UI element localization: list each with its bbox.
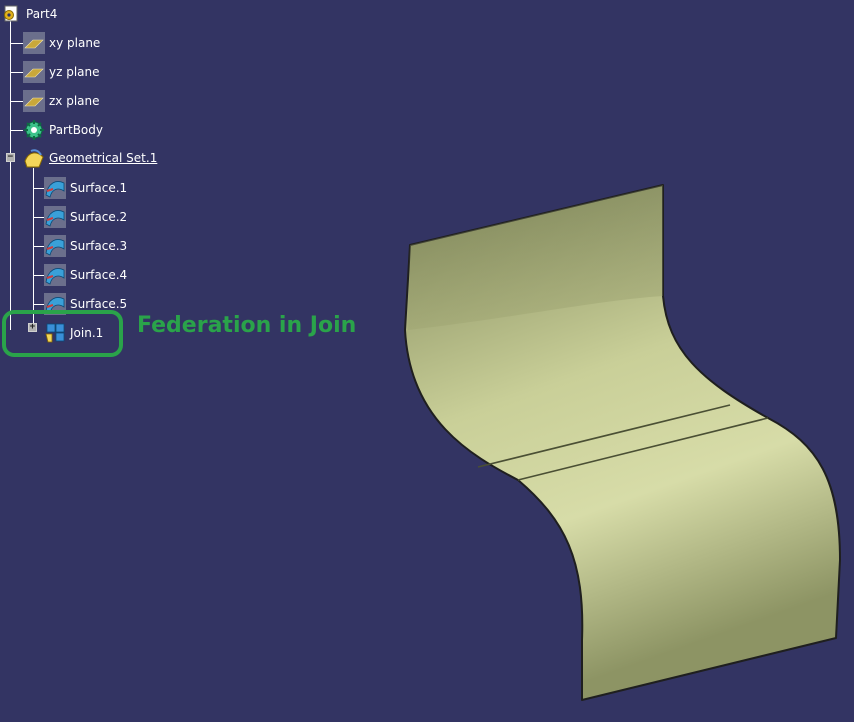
- tree-label: Surface.4: [70, 268, 128, 282]
- tree-node-part4[interactable]: Part4: [2, 3, 57, 25]
- specification-tree: Part4 xy plane yz plane zx plane PartBod…: [0, 0, 240, 360]
- callout-annotation: Federation in Join: [137, 313, 357, 338]
- tree-label: xy plane: [49, 36, 101, 50]
- tree-trunk-line: [10, 20, 11, 330]
- tree-node-geometrical-set[interactable]: Geometrical Set.1: [23, 147, 157, 169]
- tree-label: yz plane: [49, 65, 100, 79]
- surface-icon: [44, 235, 66, 257]
- tree-branch-line: [10, 101, 23, 102]
- tree-branch-line: [33, 246, 44, 247]
- callout-highlight-box: [2, 310, 123, 357]
- plane-icon: [23, 90, 45, 112]
- tree-label: Part4: [26, 7, 58, 21]
- geometrical-set-icon: [24, 149, 44, 168]
- tree-branch-line: [10, 130, 23, 131]
- tree-branch-line: [33, 217, 44, 218]
- tree-label: Surface.3: [70, 239, 128, 253]
- s-curved-surface[interactable]: [404, 184, 841, 701]
- part-gear-icon: [4, 5, 18, 22]
- tree-branch-line: [10, 72, 23, 73]
- tree-label: Surface.1: [70, 181, 128, 195]
- tree-label: Surface.2: [70, 210, 128, 224]
- tree-node-surface-3[interactable]: Surface.3: [44, 235, 127, 257]
- plane-icon: [23, 61, 45, 83]
- surface-icon: [44, 206, 66, 228]
- tree-label: Geometrical Set.1: [49, 151, 158, 165]
- tree-label: zx plane: [49, 94, 100, 108]
- tree-node-surface-4[interactable]: Surface.4: [44, 264, 127, 286]
- tree-label: PartBody: [49, 123, 103, 137]
- tree-node-surface-1[interactable]: Surface.1: [44, 177, 127, 199]
- tree-branch-line: [10, 43, 23, 44]
- partbody-gear-icon: [24, 120, 44, 140]
- tree-branch-line: [33, 188, 44, 189]
- surface-icon: [44, 177, 66, 199]
- tree-node-xy-plane[interactable]: xy plane: [23, 32, 100, 54]
- tree-node-partbody[interactable]: PartBody: [23, 119, 103, 141]
- collapse-toggle[interactable]: −: [6, 153, 15, 162]
- plane-icon: [23, 32, 45, 54]
- tree-node-surface-2[interactable]: Surface.2: [44, 206, 127, 228]
- tree-node-zx-plane[interactable]: zx plane: [23, 90, 100, 112]
- tree-branch-line: [33, 304, 44, 305]
- tree-branch-line: [33, 275, 44, 276]
- tree-node-yz-plane[interactable]: yz plane: [23, 61, 100, 83]
- surface-icon: [44, 264, 66, 286]
